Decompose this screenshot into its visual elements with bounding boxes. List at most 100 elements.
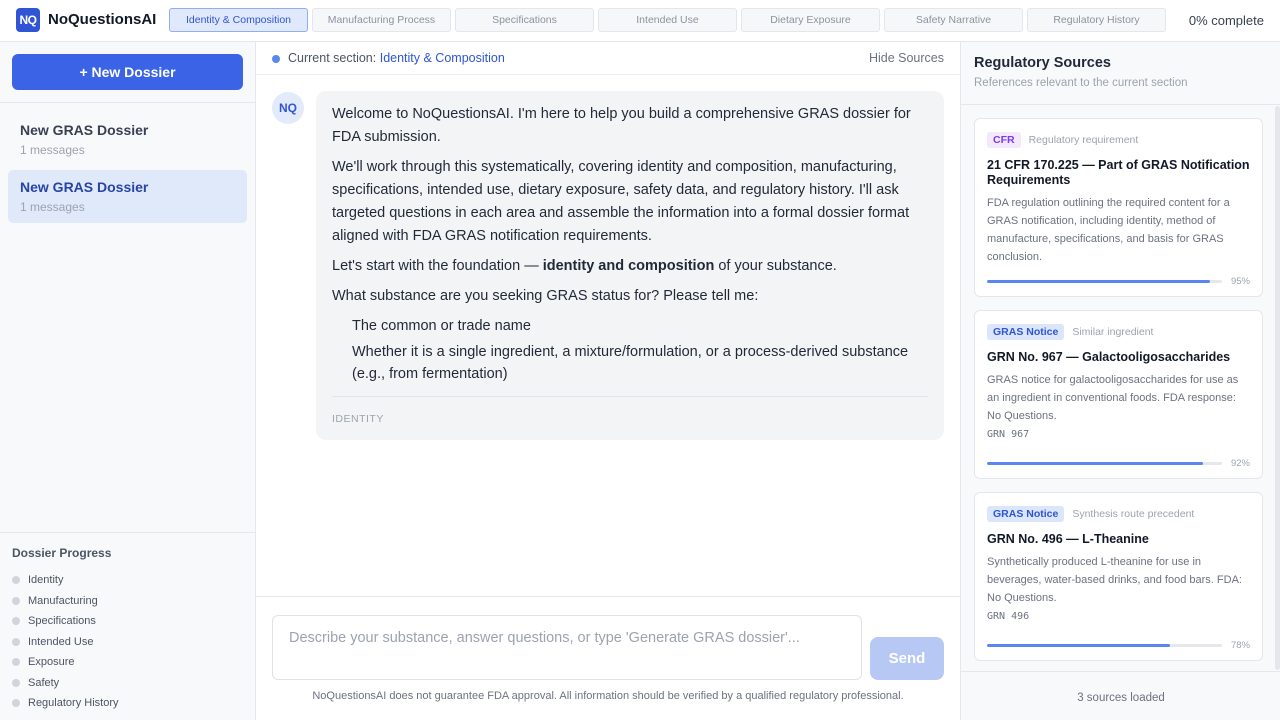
progress-item-exposure: Exposure [12,652,243,673]
sources-count: 3 sources loaded [961,671,1280,720]
section-tabs: Identity & Composition Manufacturing Pro… [169,8,1166,32]
new-dossier-button[interactable]: + New Dossier [12,54,243,90]
sources-subtitle: References relevant to the current secti… [974,77,1188,89]
source-card[interactable]: GRAS Notice Similar ingredient GRN No. 9… [974,310,1263,479]
progress-item-label: Manufacturing [28,594,98,607]
progress-item-specifications: Specifications [12,611,243,632]
message-composer: Send NoQuestionsAI does not guarantee FD… [256,596,960,720]
tab-regulatory-history[interactable]: Regulatory History [1027,8,1166,32]
relevance-row: 92% [987,458,1250,469]
source-description: FDA regulation outlining the required co… [987,197,1230,263]
dossier-progress-panel: Dossier Progress Identity Manufacturing … [0,532,255,720]
progress-item-safety: Safety [12,673,243,694]
sources-scrollbar[interactable] [1275,106,1280,670]
list-item: The common or trade name [352,318,531,334]
assistant-message: Welcome to NoQuestionsAI. I'm here to he… [316,91,944,440]
dossier-title: New GRAS Dossier [20,179,149,195]
dossier-progress-list: Identity Manufacturing Specifications In… [12,570,243,714]
dossier-list-item[interactable]: New GRAS Dossier 1 messages [8,113,247,166]
source-title: 21 CFR 170.225 — Part of GRAS Notificati… [987,158,1250,187]
source-code: GRN 496 [987,611,1030,622]
dossier-progress-title: Dossier Progress [12,546,112,560]
chat-input[interactable] [272,615,862,680]
source-kind: Synthesis route precedent [1072,508,1195,520]
assistant-avatar: NQ [272,92,304,124]
progress-item-label: Specifications [28,615,96,628]
progress-item-intended-use: Intended Use [12,632,243,653]
source-card[interactable]: GRAS Notice Synthesis route precedent GR… [974,492,1263,661]
source-card[interactable]: CFR Regulatory requirement 21 CFR 170.22… [974,118,1263,297]
send-button[interactable]: Send [870,637,944,680]
source-description: Synthetically produced L-theanine for us… [987,556,1242,604]
message-text: Let's start with the foundation — [332,258,543,274]
tab-manufacturing-process[interactable]: Manufacturing Process [312,8,451,32]
status-dot-icon [12,678,20,687]
relevance-fill [987,462,1204,465]
hide-sources-button[interactable]: Hide Sources [869,51,944,65]
source-type-badge: CFR [987,132,1021,148]
chat-panel: Current section: Identity & Composition … [256,42,960,720]
dossier-list-item-active[interactable]: New GRAS Dossier 1 messages [8,170,247,223]
status-dot-icon [12,699,20,708]
tab-identity-composition[interactable]: Identity & Composition [169,8,308,32]
dossier-message-count: 1 messages [20,143,85,157]
relevance-percent: 78% [1230,640,1250,651]
message-paragraph: Let's start with the foundation — identi… [332,255,928,278]
relevance-bar [987,462,1222,465]
source-card-header: GRAS Notice Similar ingredient [987,323,1250,341]
disclaimer-text: NoQuestionsAI does not guarantee FDA app… [312,690,904,702]
message-list: The common or trade name Whether it is a… [352,315,928,385]
sidebar-divider [0,102,255,103]
tab-intended-use[interactable]: Intended Use [598,8,737,32]
source-card-header: CFR Regulatory requirement [987,131,1250,149]
dossier-message-count: 1 messages [20,200,85,214]
relevance-bar [987,644,1222,647]
completion-status: 0% complete [1188,13,1264,28]
status-dot-icon [12,658,20,667]
message-paragraph: Welcome to NoQuestionsAI. I'm here to he… [332,106,911,145]
dossier-title: New GRAS Dossier [20,122,149,138]
relevance-row: 78% [987,640,1250,651]
progress-item-label: Safety [28,676,60,689]
tab-dietary-exposure[interactable]: Dietary Exposure [741,8,880,32]
relevance-bar [987,280,1222,283]
progress-item-label: Exposure [28,656,75,669]
relevance-fill [987,280,1211,283]
progress-item-identity: Identity [12,570,243,591]
status-dot-icon [12,576,20,585]
sources-title: Regulatory Sources [974,55,1111,71]
source-description: GRAS notice for galactooligosaccharides … [987,374,1239,422]
message-paragraph: What substance are you seeking GRAS stat… [332,288,759,304]
message-paragraph: We'll work through this systematically, … [332,159,910,244]
app-logo: NQ [16,8,40,32]
message-divider [332,396,928,397]
sidebar: + New Dossier New GRAS Dossier 1 message… [0,42,256,720]
section-indicator-icon [272,55,280,63]
status-dot-icon [12,596,20,605]
relevance-row: 95% [987,276,1250,287]
message-emphasis: identity and composition [542,258,715,274]
status-dot-icon [12,617,20,626]
current-section-label: Current section: Identity & Composition [288,51,505,65]
status-dot-icon [12,637,20,646]
tab-safety-narrative[interactable]: Safety Narrative [884,8,1023,32]
progress-item-label: Identity [28,574,64,587]
source-title: GRN No. 967 — Galactooligosaccharides [987,350,1231,364]
source-code: GRN 967 [987,429,1030,440]
top-bar: NQ NoQuestionsAI Identity & Composition … [0,0,1280,42]
progress-item-label: Regulatory History [28,697,119,710]
relevance-percent: 95% [1230,276,1250,287]
source-type-badge: GRAS Notice [987,324,1065,340]
current-section-value: Identity & Composition [379,51,505,65]
message-text: of your substance. [714,258,837,274]
source-type-badge: GRAS Notice [987,506,1065,522]
relevance-fill [987,644,1171,647]
source-kind: Regulatory requirement [1028,134,1139,146]
source-kind: Similar ingredient [1072,326,1154,338]
progress-item-regulatory-history: Regulatory History [12,693,243,714]
tab-specifications[interactable]: Specifications [455,8,594,32]
progress-item-manufacturing: Manufacturing [12,591,243,612]
app-name: NoQuestionsAI [48,11,157,28]
source-title: GRN No. 496 — L-Theanine [987,532,1149,546]
current-section-bar: Current section: Identity & Composition … [256,42,960,75]
